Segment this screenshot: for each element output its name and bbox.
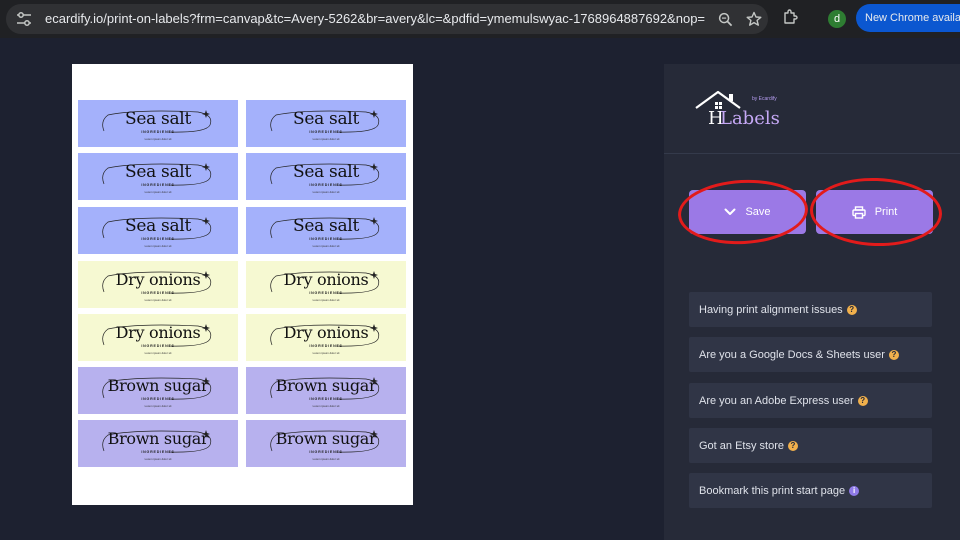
label-title: Sea salt <box>125 216 191 236</box>
browser-toolbar: ecardify.io/print-on-labels?frm=canvap&t… <box>0 0 960 38</box>
label-title: Sea salt <box>293 216 359 236</box>
label-small-text: Lorem ipsum dolor sit <box>144 404 172 408</box>
label-subtitle: INGREDIENTS <box>141 130 175 134</box>
help-item-etsy-store[interactable]: Got an Etsy store ? <box>689 428 932 463</box>
label-small-text: Lorem ipsum dolor sit <box>312 457 340 461</box>
label-title: Brown sugar <box>107 376 209 395</box>
label-title: Sea salt <box>125 109 191 129</box>
label-tile[interactable]: Dry onions INGREDIENTS Lorem ipsum dolor s… <box>78 314 238 361</box>
label-title: Dry onions <box>283 323 369 342</box>
label-tile[interactable]: Brown sugar INGREDIENTS Lorem ipsum dolor … <box>78 367 238 414</box>
label-tile[interactable]: Sea salt INGREDIENTS Lorem ipsum dolor sit <box>78 207 238 254</box>
chevron-down-icon <box>724 208 736 215</box>
label-small-text: Lorem ipsum dolor sit <box>144 244 172 248</box>
profile-avatar[interactable]: d <box>828 10 846 28</box>
label-subtitle: INGREDIENTS <box>309 397 343 401</box>
label-small-text: Lorem ipsum dolor sit <box>312 244 340 248</box>
label-small-text: Lorem ipsum dolor sit <box>312 298 340 302</box>
zoom-icon[interactable] <box>718 12 733 27</box>
extensions-icon[interactable] <box>782 9 798 25</box>
question-icon: ? <box>846 304 857 315</box>
new-chrome-available-button[interactable]: New Chrome available <box>856 4 960 32</box>
help-item-label: Are you an Adobe Express user <box>699 394 854 407</box>
label-tile[interactable]: Dry onions INGREDIENTS Lorem ipsum dolor s… <box>246 261 406 308</box>
info-icon: i <box>849 485 860 496</box>
label-title: Brown sugar <box>275 429 377 448</box>
label-small-text: Lorem ipsum dolor sit <box>144 137 172 141</box>
help-item-label: Bookmark this print start page <box>699 484 846 497</box>
help-item-google-docs[interactable]: Are you a Google Docs & Sheets user ? <box>689 337 932 372</box>
help-item-label: Got an Etsy store <box>699 439 784 452</box>
label-tile[interactable]: Sea salt INGREDIENTS Lorem ipsum dolor sit <box>78 100 238 147</box>
address-bar[interactable]: ecardify.io/print-on-labels?frm=canvap&t… <box>6 4 768 34</box>
label-subtitle: INGREDIENTS <box>309 291 343 295</box>
label-tile[interactable]: Brown sugar INGREDIENTS Lorem ipsum dolor … <box>246 367 406 414</box>
save-button[interactable]: Save <box>689 190 806 234</box>
label-tile[interactable]: Sea salt INGREDIENTS Lorem ipsum dolor sit <box>246 100 406 147</box>
label-title: Dry onions <box>115 323 201 342</box>
label-subtitle: INGREDIENTS <box>309 130 343 134</box>
label-title: Sea salt <box>293 109 359 129</box>
label-subtitle: INGREDIENTS <box>141 237 175 241</box>
url-text[interactable]: ecardify.io/print-on-labels?frm=canvap&t… <box>45 11 705 26</box>
help-item-adobe-express[interactable]: Are you an Adobe Express user ? <box>689 383 932 418</box>
label-title: Dry onions <box>283 270 369 289</box>
label-subtitle: INGREDIENTS <box>141 397 175 401</box>
label-tile[interactable]: Dry onions INGREDIENTS Lorem ipsum dolor s… <box>246 314 406 361</box>
print-button-label: Print <box>874 206 898 218</box>
question-icon: ? <box>888 349 899 360</box>
question-icon: ? <box>857 395 868 406</box>
label-subtitle: INGREDIENTS <box>141 291 175 295</box>
bookmark-star-icon[interactable] <box>746 11 762 27</box>
help-item-label: Are you a Google Docs & Sheets user <box>699 348 885 361</box>
label-small-text: Lorem ipsum dolor sit <box>312 351 340 355</box>
label-subtitle: INGREDIENTS <box>141 183 175 187</box>
label-title: Sea salt <box>293 162 359 182</box>
label-small-text: Lorem ipsum dolor sit <box>144 351 172 355</box>
printer-icon <box>851 205 866 219</box>
label-subtitle: INGREDIENTS <box>141 344 175 348</box>
label-title: Dry onions <box>115 270 201 289</box>
help-item-print-alignment[interactable]: Having print alignment issues ? <box>689 292 932 327</box>
label-tile[interactable]: Sea salt INGREDIENTS Lorem ipsum dolor sit <box>246 207 406 254</box>
label-small-text: Lorem ipsum dolor sit <box>312 137 340 141</box>
label-small-text: Lorem ipsum dolor sit <box>144 298 172 302</box>
help-item-bookmark[interactable]: Bookmark this print start page i <box>689 473 932 508</box>
help-item-label: Having print alignment issues <box>699 303 843 316</box>
label-tile[interactable]: Sea salt INGREDIENTS Lorem ipsum dolor sit <box>78 153 238 200</box>
label-tile[interactable]: Sea salt INGREDIENTS Lorem ipsum dolor sit <box>246 153 406 200</box>
label-sheet-preview: Sea salt INGREDIENTS Lorem ipsum dolor sit… <box>72 64 413 505</box>
label-title: Brown sugar <box>107 429 209 448</box>
label-small-text: Lorem ipsum dolor sit <box>144 457 172 461</box>
label-subtitle: INGREDIENTS <box>141 450 175 454</box>
label-subtitle: INGREDIENTS <box>309 183 343 187</box>
label-subtitle: INGREDIENTS <box>309 344 343 348</box>
label-title: Brown sugar <box>275 376 377 395</box>
label-tile[interactable]: Brown sugar INGREDIENTS Lorem ipsum dolor … <box>246 420 406 467</box>
logo-wordmark: Labels <box>720 108 780 129</box>
print-button[interactable]: Print <box>816 190 933 234</box>
label-small-text: Lorem ipsum dolor sit <box>312 190 340 194</box>
label-tile[interactable]: Dry onions INGREDIENTS Lorem ipsum dolor s… <box>78 261 238 308</box>
label-subtitle: INGREDIENTS <box>309 450 343 454</box>
label-title: Sea salt <box>125 162 191 182</box>
label-small-text: Lorem ipsum dolor sit <box>144 190 172 194</box>
site-settings-icon[interactable] <box>16 12 32 26</box>
logo-byline: by Ecardify <box>752 96 777 102</box>
panel-divider <box>664 153 960 154</box>
save-button-label: Save <box>745 206 771 218</box>
label-tile[interactable]: Brown sugar INGREDIENTS Lorem ipsum dolor … <box>78 420 238 467</box>
label-subtitle: INGREDIENTS <box>309 237 343 241</box>
label-small-text: Lorem ipsum dolor sit <box>312 404 340 408</box>
question-icon: ? <box>787 440 798 451</box>
